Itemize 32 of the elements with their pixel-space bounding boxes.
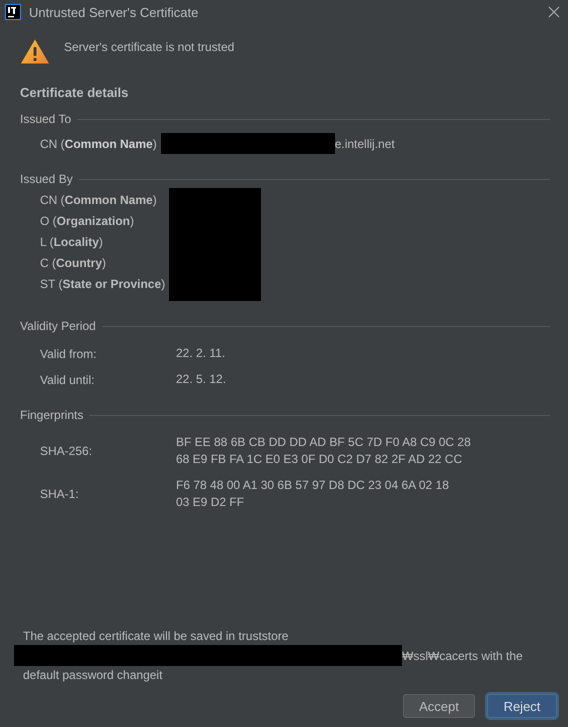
- field-value: F6 78 48 00 A1 30 6B 57 97 D8 DC 23 04 6A 02 18: [176, 477, 450, 494]
- field-label: Valid until:: [40, 372, 96, 386]
- close-icon[interactable]: [548, 6, 560, 18]
- field-value: e.intellij.net: [334, 136, 395, 150]
- section-title: Issued To: [20, 112, 72, 126]
- field-label: ST (State or Province): [40, 276, 166, 293]
- field-label: SHA-1:: [40, 487, 80, 501]
- field-label: C (Country): [40, 255, 107, 272]
- section-title: Validity Period: [20, 319, 96, 333]
- truststore-note: ₩ssl₩cacerts with the: [402, 648, 523, 664]
- field-label: Valid from:: [40, 346, 98, 360]
- reject-button[interactable]: Reject: [487, 694, 557, 718]
- warning-message: Server's certificate is not trusted: [64, 40, 234, 54]
- field-value: 68 E9 FB FA 1C E0 E3 0F D0 C2 D7 82 2F AD 22 CC: [176, 451, 464, 468]
- field-label: CN (Common Name): [40, 136, 157, 150]
- section-title: Fingerprints: [20, 408, 84, 422]
- truststore-note: The accepted certificate will be saved in truststore: [22, 628, 290, 645]
- window-title: Untrusted Server's Certificate: [29, 4, 200, 20]
- field-value: 22. 5. 12.: [176, 371, 228, 388]
- accept-button[interactable]: Accept: [403, 694, 475, 718]
- field-label: O (Organization): [40, 213, 136, 230]
- field-value: BF EE 88 6B CB DD DD AD BF 5C 7D F0 A8 C9 0C 28: [176, 434, 472, 451]
- field-value: 03 E9 D2 FF: [176, 494, 246, 511]
- app-logo-icon: [5, 4, 21, 20]
- field-label: SHA-256:: [40, 444, 94, 458]
- field-label: L (Locality): [40, 234, 104, 251]
- section-title: Issued By: [20, 172, 73, 186]
- details-heading: Certificate details: [20, 85, 130, 100]
- field-label: CN (Common Name): [40, 192, 158, 209]
- field-value: 22. 2. 11.: [176, 345, 226, 362]
- truststore-note: default password changeit: [22, 667, 164, 684]
- warning-icon: [20, 38, 50, 65]
